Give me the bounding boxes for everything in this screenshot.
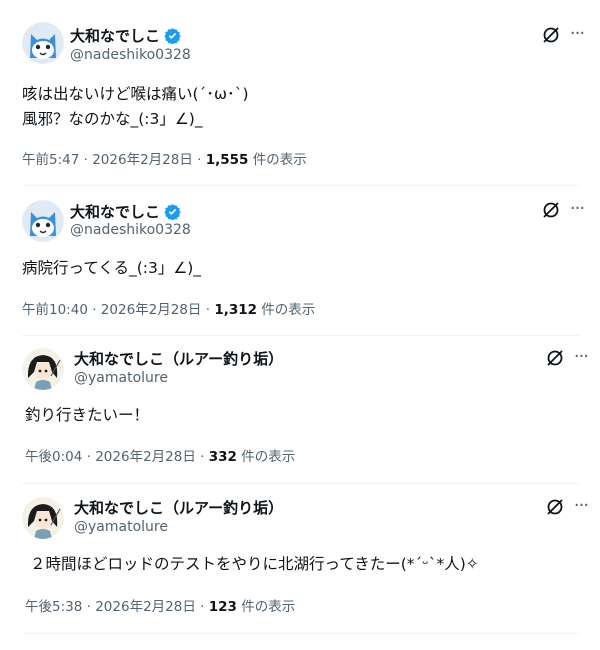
tweet-text-line: 風邪？なのかな_(:3」∠)_ <box>22 110 203 128</box>
handle[interactable]: @yamatolure <box>74 370 168 386</box>
view-count: 1,312 <box>214 302 258 318</box>
grok-icon[interactable] <box>541 25 561 45</box>
view-count: 1,555 <box>205 152 249 168</box>
views-label: 件の表示 <box>241 449 296 465</box>
tweet-time[interactable]: 午前5:47 <box>22 152 79 168</box>
tweet-date[interactable]: 2026年2月28日 <box>95 449 196 465</box>
more-icon[interactable]: ··· <box>571 348 591 371</box>
display-name[interactable]: 大和なでしこ（ルアー釣り垢） <box>74 348 283 369</box>
tweet-text-line: 病院行ってくる_(:3」∠)_ <box>22 259 202 277</box>
more-icon[interactable]: ··· <box>567 200 587 223</box>
tweet-meta: 午後0:04 · 2026年2月28日 · 332 件の表示 <box>25 449 296 465</box>
anime-girl-avatar[interactable] <box>22 497 64 539</box>
tweet-text-line: ２時間ほどロッドのテストをやりに北湖行ってきたー(*ˊᵕˋ*人)✧ <box>30 555 479 573</box>
tweet-date[interactable]: 2026年2月28日 <box>95 599 196 615</box>
tweet-text-line: 咳は出ないけど喉は痛い(´･ω･`) <box>22 85 249 103</box>
tweet-meta: 午前5:47 · 2026年2月28日 · 1,555 件の表示 <box>22 152 307 168</box>
display-name[interactable]: 大和なでしこ（ルアー釣り垢） <box>74 497 283 518</box>
verified-badge-icon <box>164 27 181 45</box>
tweet-4[interactable]: 大和なでしこ（ルアー釣り垢） @yamatolure ··· ２時間ほどロッドの… <box>0 483 600 633</box>
views-label: 件の表示 <box>241 599 296 615</box>
tweet-1[interactable]: 大和なでしこ @nadeshiko0328 ··· 咳は出ないけど喉は痛い(´･… <box>0 0 600 185</box>
more-icon[interactable]: ··· <box>571 497 591 520</box>
handle[interactable]: @nadeshiko0328 <box>70 47 191 63</box>
display-name[interactable]: 大和なでしこ <box>70 25 160 46</box>
cat-avatar[interactable] <box>22 200 64 242</box>
tweet-time[interactable]: 午後0:04 <box>25 449 82 465</box>
tweet-date[interactable]: 2026年2月28日 <box>101 302 202 318</box>
anime-girl-avatar[interactable] <box>22 348 64 390</box>
display-name[interactable]: 大和なでしこ <box>70 201 160 222</box>
tweet-time[interactable]: 午前10:40 <box>22 302 88 318</box>
verified-badge-icon <box>164 203 181 221</box>
view-count: 332 <box>208 449 237 465</box>
more-icon[interactable]: ··· <box>567 25 587 48</box>
tweet-text-line: 釣り行きたいー！ <box>25 406 150 424</box>
handle[interactable]: @yamatolure <box>74 519 168 535</box>
view-count: 123 <box>208 599 237 615</box>
grok-icon[interactable] <box>545 497 565 517</box>
views-label: 件の表示 <box>261 302 316 318</box>
tweet-meta: 午後5:38 · 2026年2月28日 · 123 件の表示 <box>25 599 296 615</box>
tweet-time[interactable]: 午後5:38 <box>25 599 82 615</box>
tweet-meta: 午前10:40 · 2026年2月28日 · 1,312 件の表示 <box>22 302 316 318</box>
tweet-date[interactable]: 2026年2月28日 <box>92 152 193 168</box>
grok-icon[interactable] <box>545 348 565 368</box>
views-label: 件の表示 <box>252 152 307 168</box>
tweet-3[interactable]: 大和なでしこ（ルアー釣り垢） @yamatolure ··· 釣り行きたいー！ … <box>0 335 600 483</box>
cat-avatar[interactable] <box>22 22 64 64</box>
tweet-2[interactable]: 大和なでしこ @nadeshiko0328 ··· 病院行ってくる_(:3」∠)… <box>0 185 600 335</box>
grok-icon[interactable] <box>541 200 561 220</box>
divider <box>22 633 580 634</box>
handle[interactable]: @nadeshiko0328 <box>70 222 191 238</box>
